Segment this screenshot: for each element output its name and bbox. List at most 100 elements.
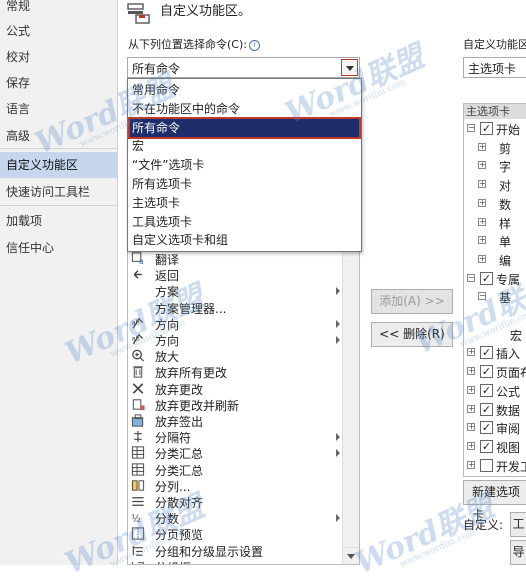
tree-node[interactable]: − ✓ 专属 [464, 270, 526, 288]
tree-node[interactable]: + 单 [464, 232, 526, 250]
dropdown-button[interactable] [341, 59, 358, 76]
tree-node[interactable] [464, 307, 526, 325]
tree-checkbox[interactable] [480, 458, 493, 472]
command-item[interactable]: 放弃所有更改 [128, 363, 344, 380]
tree-node[interactable]: + 字 [464, 157, 526, 175]
command-item[interactable]: 分组和分级显示设置 [128, 542, 344, 559]
expand-icon[interactable]: + [467, 367, 475, 376]
tree-checkbox[interactable]: ✓ [480, 271, 493, 285]
tree-node[interactable]: + ✓ 数据 [464, 401, 526, 419]
dropdown-option[interactable]: 所有命令 [128, 116, 361, 139]
expand-icon[interactable]: + [467, 404, 475, 413]
tree-node[interactable]: − 基 [464, 288, 526, 306]
expand-icon[interactable]: + [478, 217, 486, 226]
translate-icon: a [131, 252, 144, 266]
dropdown-option[interactable]: 所有选项卡 [130, 175, 359, 193]
expand-icon[interactable]: + [478, 254, 486, 263]
new-tab-button[interactable]: 新建选项卡 [463, 480, 526, 522]
expand-icon[interactable]: + [478, 161, 486, 170]
command-item[interactable]: 放大 [128, 347, 344, 364]
tree-checkbox[interactable]: ✓ [480, 421, 493, 435]
nav-item[interactable]: 信任中心 [0, 235, 117, 261]
expand-icon[interactable]: + [478, 142, 486, 151]
tree-node[interactable]: + 开发工 [464, 457, 526, 475]
tree-node[interactable]: + ✓ 视图 [464, 438, 526, 456]
nav-item[interactable]: 语言 [0, 96, 117, 122]
expand-icon[interactable]: + [467, 423, 475, 432]
choose-commands-select[interactable]: 所有命令 [127, 57, 360, 78]
tree-node[interactable]: + ✓ 插入 [464, 344, 526, 362]
tree-checkbox[interactable]: ✓ [480, 402, 493, 416]
nav-item[interactable]: 快速访问工具栏 [0, 179, 117, 205]
expand-icon[interactable]: + [467, 441, 475, 450]
nav-item[interactable]: 校对 [0, 44, 117, 70]
collapse-icon[interactable]: − [478, 292, 486, 301]
expand-icon[interactable]: + [478, 198, 486, 207]
command-item[interactable]: 方案管理器... [128, 299, 344, 316]
tree-node[interactable]: + ✓ 审阅 [464, 419, 526, 437]
nav-item[interactable]: 保存 [0, 70, 117, 96]
nav-item[interactable]: 自定义功能区 [0, 152, 117, 178]
chevron-right-icon [336, 514, 340, 523]
tree-node[interactable]: + 剪 [464, 139, 526, 157]
command-item[interactable]: ½ 分数 [128, 509, 344, 526]
nav-item[interactable]: 常规 [0, 0, 117, 19]
tree-checkbox[interactable]: ✓ [480, 122, 493, 135]
tree-checkbox[interactable]: ✓ [480, 439, 493, 453]
command-item[interactable]: ab 方向 [128, 315, 344, 332]
remove-button[interactable]: << 删除(R) [371, 322, 453, 347]
ribbon-tree[interactable]: 主选项卡 −✓开始+剪+字+对+数+样+单+编−✓专属−基宏+✓插入+✓页面布+… [463, 103, 526, 477]
command-item[interactable]: 分类汇总 [128, 444, 344, 461]
dropdown-option[interactable]: 自定义选项卡和组 [130, 231, 359, 249]
command-item[interactable]: 分隔符 [128, 428, 344, 445]
nav-item[interactable]: 加载项 [0, 208, 117, 234]
ribbon-tabs-value: 主选项卡 [468, 62, 517, 76]
nav-item[interactable]: 公式 [0, 18, 117, 44]
tree-node[interactable]: +✓加载项 [464, 475, 526, 476]
tree-node[interactable]: + 编 [464, 251, 526, 269]
tree-node[interactable]: + 样 [464, 214, 526, 232]
command-item[interactable]: a 翻译 [128, 250, 344, 267]
tree-node[interactable]: 宏 [464, 326, 526, 344]
command-item[interactable]: 放弃签出 [128, 412, 344, 429]
choose-commands-dropdown[interactable]: 常用命令 不在功能区中的命令 所有命令宏 “文件”选项卡 所有选项卡 主选项卡 工具选项卡自… [127, 78, 362, 252]
tree-checkbox[interactable]: ✓ [480, 365, 493, 379]
command-item[interactable]: 分页预览 [128, 525, 344, 542]
dropdown-option[interactable]: “文件”选项卡 [130, 156, 359, 174]
command-item[interactable]: ab 方向 [128, 331, 344, 348]
expand-icon[interactable]: + [467, 460, 475, 469]
nav-item[interactable]: 高级 [0, 123, 117, 149]
tree-node[interactable]: + ✓ 公式 [464, 382, 526, 400]
tree-checkbox[interactable]: ✓ [480, 346, 493, 360]
command-item[interactable]: 分组框 [128, 558, 344, 564]
command-item[interactable]: 方案 [128, 282, 344, 299]
add-button[interactable]: 添加(A) >> [371, 289, 453, 314]
chevron-right-icon [336, 433, 340, 442]
command-item[interactable]: 放弃更改并刷新 [128, 396, 344, 413]
dropdown-option[interactable]: 常用命令 [130, 81, 359, 99]
command-item[interactable]: 返回 [128, 266, 344, 283]
tree-node[interactable]: + ✓页面布 [464, 363, 526, 381]
expand-icon[interactable]: + [467, 385, 475, 394]
command-item[interactable]: 分列... [128, 477, 344, 494]
tree-checkbox[interactable]: ✓ [480, 383, 493, 397]
command-item[interactable]: 分散对齐 [128, 493, 344, 510]
import-export-button[interactable]: 导 [510, 540, 526, 565]
tree-node[interactable]: − ✓ 开始 [464, 120, 526, 138]
tree-node[interactable]: + 对 [464, 176, 526, 194]
dropdown-option[interactable]: 不在功能区中的命令 [130, 100, 359, 118]
expand-icon[interactable]: + [467, 348, 475, 357]
dropdown-option[interactable]: 主选项卡 [130, 194, 359, 212]
dropdown-option[interactable]: 工具选项卡 [130, 213, 359, 231]
collapse-icon[interactable]: − [467, 273, 475, 282]
command-item[interactable]: 分类汇总 [128, 461, 344, 478]
collapse-icon[interactable]: − [467, 124, 475, 132]
ribbon-tabs-select[interactable]: 主选项卡 [463, 57, 526, 78]
dropdown-option[interactable]: 宏 [130, 137, 359, 155]
expand-icon[interactable]: + [478, 180, 486, 189]
command-item[interactable]: 放弃更改 [128, 380, 344, 397]
reset-button[interactable]: 工 [510, 512, 526, 537]
expand-icon[interactable]: + [478, 236, 486, 245]
tree-node[interactable]: + 数 [464, 195, 526, 213]
scroll-down-button[interactable] [343, 547, 359, 564]
